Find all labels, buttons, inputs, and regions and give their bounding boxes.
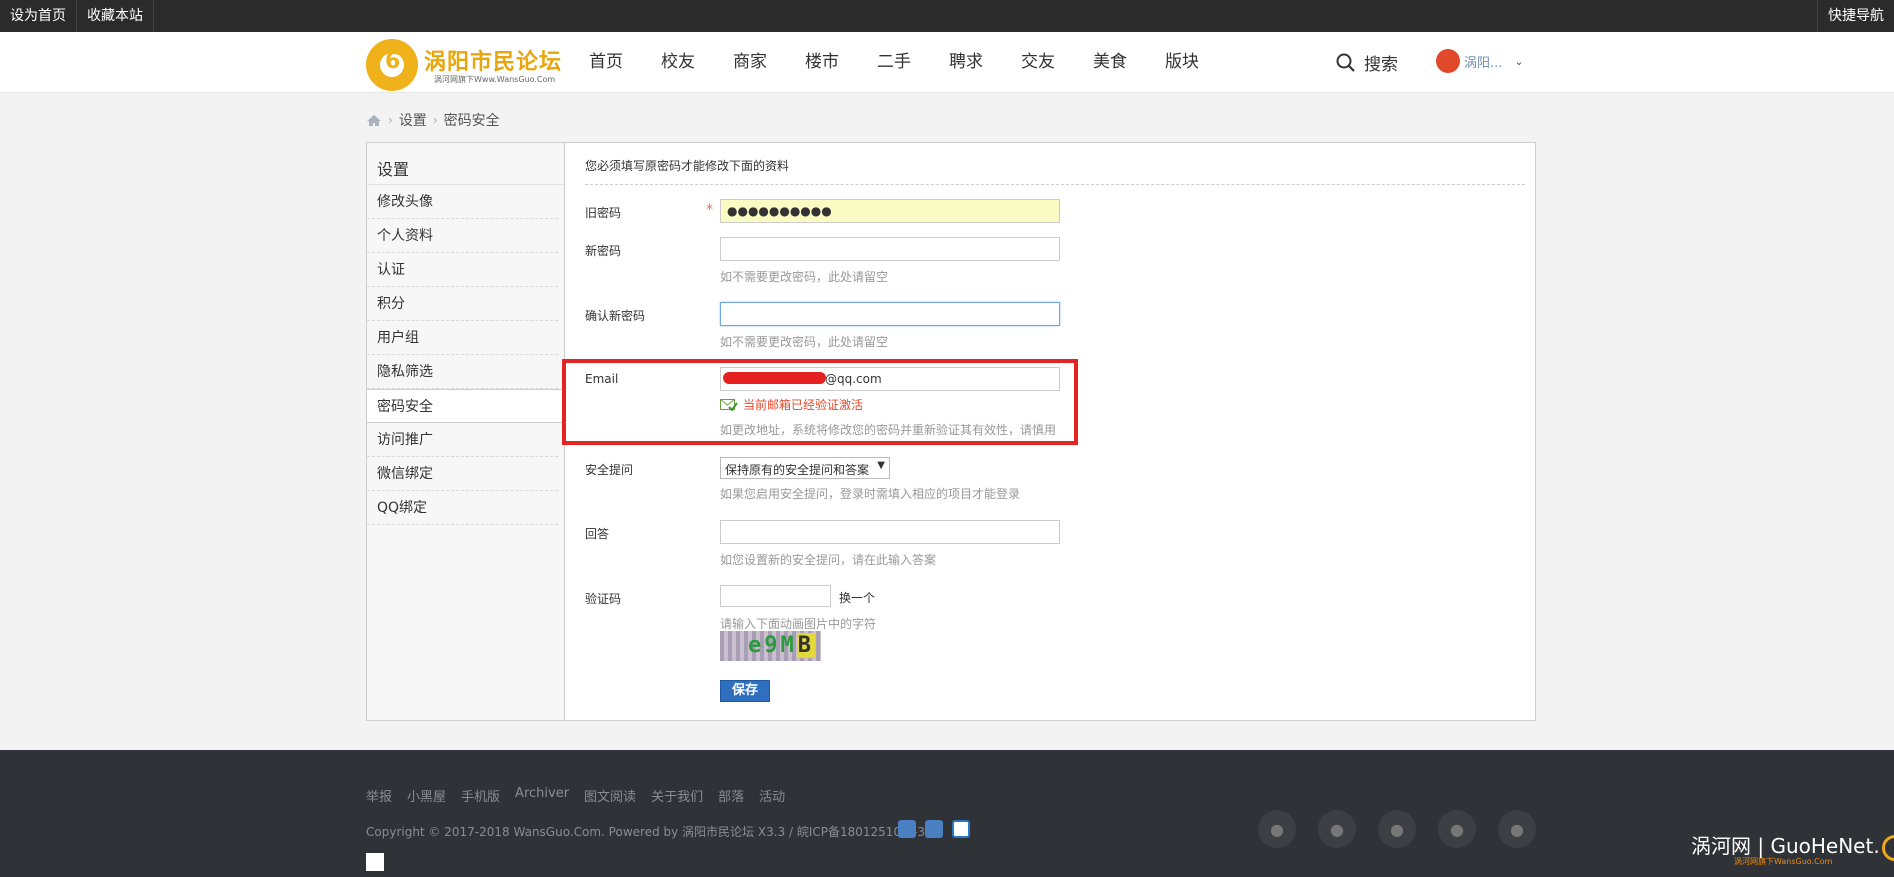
android-icon[interactable]: ●: [1378, 810, 1416, 848]
footer-link[interactable]: 图文阅读: [584, 786, 636, 805]
captcha-image-text: e9M: [748, 633, 797, 658]
site-footer: 举报 小黑屋 手机版 Archiver 图文阅读 关于我们 部落 活动 Copy…: [0, 750, 1894, 877]
home-icon[interactable]: [366, 114, 382, 127]
footer-link[interactable]: 活动: [759, 786, 785, 805]
site-logo[interactable]: 6 涡阳市民论坛 涡河网旗下Www.WansGuo.Com: [366, 37, 561, 91]
nav-item[interactable]: 二手: [858, 32, 930, 93]
search-icon: [1336, 53, 1355, 72]
top-bar: 设为首页 收藏本站 快捷导航: [0, 0, 1894, 32]
stats-icon[interactable]: [366, 853, 384, 871]
answer-hint: 如您设置新的安全提问，请在此输入答案: [720, 553, 937, 567]
dropdown-arrow-icon: ▼: [877, 460, 885, 471]
sidebar-item-credits[interactable]: 积分: [367, 287, 558, 321]
main-nav: 首页 校友 商家 楼市 二手 聘求 交友 美食 版块: [570, 32, 1218, 93]
footer-badges: [898, 820, 979, 838]
sidebar-item-profile[interactable]: 个人资料: [367, 219, 558, 253]
user-name: 涡阳...: [1464, 55, 1503, 71]
footer-link[interactable]: 小黑屋: [407, 786, 446, 805]
breadcrumb-settings[interactable]: 设置: [399, 110, 427, 130]
captcha-image-last: B: [796, 633, 815, 658]
sidebar-item-wechat[interactable]: 微信绑定: [367, 457, 558, 491]
set-home-link[interactable]: 设为首页: [0, 0, 77, 32]
sidebar-item-privacy[interactable]: 隐私筛选: [367, 355, 558, 389]
highlight-box: [562, 359, 1078, 445]
confirm-password-label: 确认新密码: [585, 309, 646, 323]
search-label: 搜索: [1364, 55, 1398, 75]
captcha-label: 验证码: [585, 592, 622, 606]
avatar: [1436, 49, 1460, 73]
logo-subtitle: 涡河网旗下Www.WansGuo.Com: [434, 75, 556, 84]
search-button[interactable]: 搜索: [1336, 50, 1398, 75]
captcha-image[interactable]: e9MB: [720, 631, 821, 661]
watermark-logo-icon: [1881, 834, 1894, 861]
nav-item[interactable]: 商家: [714, 32, 786, 93]
old-password-input[interactable]: [720, 199, 1060, 223]
site-header: 6 涡阳市民论坛 涡河网旗下Www.WansGuo.Com 首页 校友 商家 楼…: [0, 32, 1894, 93]
confirm-password-input[interactable]: [720, 302, 1060, 326]
quick-nav-link[interactable]: 快捷导航: [1817, 0, 1894, 32]
footer-link[interactable]: 举报: [366, 786, 392, 805]
sidebar-item-usergroup[interactable]: 用户组: [367, 321, 558, 355]
wechat-icon[interactable]: ●: [1258, 810, 1296, 848]
security-question-value: 保持原有的安全提问和答案: [725, 463, 870, 477]
security-question-label: 安全提问: [585, 463, 634, 477]
sidebar-item-avatar[interactable]: 修改头像: [367, 185, 558, 219]
nav-item[interactable]: 聘求: [930, 32, 1002, 93]
watermark-subtext: 涡河网旗下WansGuo.Com: [1734, 857, 1833, 866]
rss-icon[interactable]: ●: [1498, 810, 1536, 848]
sidebar-title: 设置: [367, 143, 564, 185]
security-question-hint: 如果您启用安全提问，登录时需填入相应的项目才能登录: [720, 487, 1021, 501]
shield-icon[interactable]: [898, 820, 916, 838]
footer-link[interactable]: 手机版: [461, 786, 500, 805]
answer-label: 回答: [585, 527, 610, 541]
answer-input[interactable]: [720, 520, 1060, 544]
sidebar-item-verify[interactable]: 认证: [367, 253, 558, 287]
footer-link[interactable]: Archiver: [515, 786, 569, 805]
nav-item[interactable]: 楼市: [786, 32, 858, 93]
breadcrumb: › 设置 › 密码安全: [366, 110, 500, 130]
watermark: 涡河网 | GuoHeNet. 涡河网旗下WansGuo.Com: [1691, 830, 1894, 866]
captcha-refresh-link[interactable]: 换一个: [839, 589, 875, 606]
certificate-icon[interactable]: [952, 820, 970, 838]
new-password-input[interactable]: [720, 237, 1060, 261]
breadcrumb-separator: ›: [432, 113, 438, 127]
nav-item[interactable]: 校友: [642, 32, 714, 93]
nav-item[interactable]: 首页: [570, 32, 642, 93]
weibo-icon[interactable]: ●: [1438, 810, 1476, 848]
bookmark-link[interactable]: 收藏本站: [77, 0, 154, 32]
security-badge-icon[interactable]: [925, 820, 943, 838]
watermark-text: 涡河网 | GuoHeNet.: [1691, 834, 1880, 858]
nav-item[interactable]: 交友: [1002, 32, 1074, 93]
footer-link[interactable]: 关于我们: [651, 786, 703, 805]
sidebar-item-promotion[interactable]: 访问推广: [367, 423, 558, 457]
user-menu[interactable]: 涡阳... ⌄: [1436, 49, 1524, 73]
breadcrumb-separator: ›: [388, 113, 393, 127]
logo-mark-digit: 6: [385, 49, 401, 74]
copyright-text: Copyright © 2017-2018 WansGuo.Com. Power…: [366, 825, 926, 839]
captcha-hint: 请输入下面动画图片中的字符: [720, 617, 877, 631]
captcha-input[interactable]: [720, 585, 831, 607]
security-question-select[interactable]: 保持原有的安全提问和答案 ▼: [720, 457, 890, 479]
required-marker: *: [706, 202, 713, 218]
apple-icon[interactable]: ●: [1318, 810, 1356, 848]
sidebar-item-qq[interactable]: QQ绑定: [367, 491, 558, 525]
nav-item[interactable]: 美食: [1074, 32, 1146, 93]
footer-links: 举报 小黑屋 手机版 Archiver 图文阅读 关于我们 部落 活动: [366, 786, 800, 805]
form-notice: 您必须填写原密码才能修改下面的资料: [585, 157, 1525, 185]
footer-link[interactable]: 部落: [718, 786, 744, 805]
new-password-label: 新密码: [585, 244, 622, 258]
save-button[interactable]: 保存: [720, 680, 770, 702]
nav-item[interactable]: 版块: [1146, 32, 1218, 93]
sidebar-item-password-security[interactable]: 密码安全: [367, 389, 565, 423]
chevron-down-icon: ⌄: [1514, 54, 1524, 68]
old-password-label: 旧密码: [585, 206, 622, 220]
social-icons: ● ● ● ● ●: [1258, 810, 1558, 848]
settings-sidebar: 设置 修改头像 个人资料 认证 积分 用户组 隐私筛选 密码安全 访问推广 微信…: [367, 143, 565, 720]
new-password-hint: 如不需要更改密码，此处请留空: [720, 270, 889, 284]
logo-name: 涡阳市民论坛: [424, 49, 563, 75]
breadcrumb-current[interactable]: 密码安全: [444, 110, 500, 130]
confirm-password-hint: 如不需要更改密码，此处请留空: [720, 335, 889, 349]
